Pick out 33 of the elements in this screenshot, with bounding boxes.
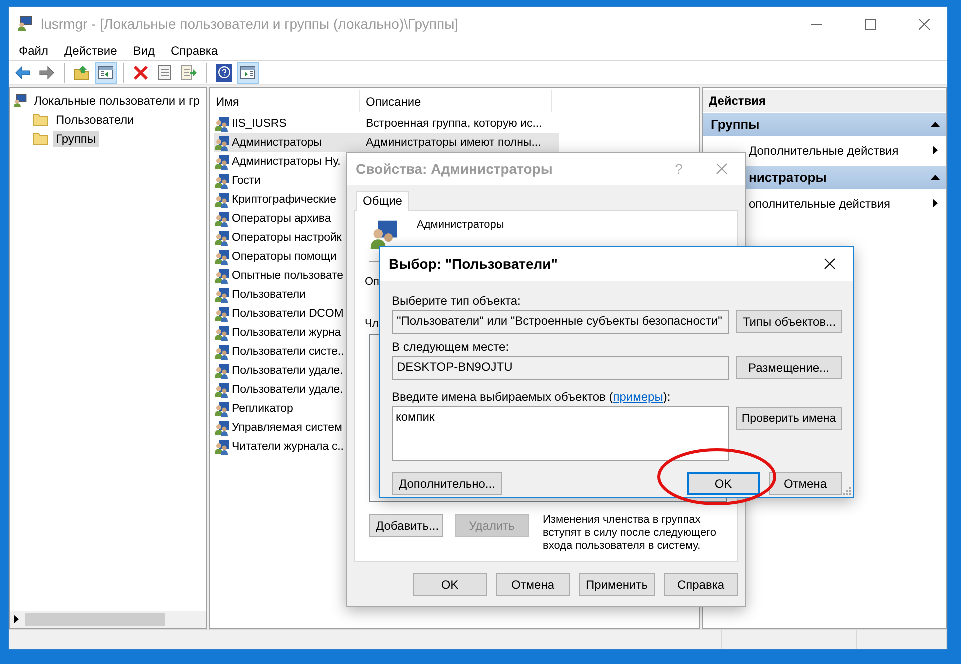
group-name: Администраторы Ну. — [232, 156, 341, 168]
window-title: lusrmgr - [Локальные пользователи и группы (локально)\Группы] — [41, 16, 460, 32]
group-name: Пользователи удале. — [232, 364, 344, 376]
group-name: Пользователи систе.. — [232, 346, 344, 358]
group-name: Репликатор — [232, 402, 294, 414]
group-name: Администраторы — [232, 136, 322, 148]
group-name: Опытные пользовате — [232, 270, 344, 282]
members-label: Чл — [365, 318, 379, 330]
group-name: IIS_IUSRS — [232, 118, 287, 130]
group-description: Администраторы имеют полны... — [365, 136, 542, 148]
group-name: Криптографические — [232, 194, 336, 206]
group-name: Операторы архива — [232, 212, 332, 224]
group-name: Пользователи — [232, 288, 306, 300]
field-label: Введите имена выбираемых объектов (примеры): — [392, 390, 672, 404]
group-name: Пользователи журна — [232, 326, 342, 338]
field-label: Выберите тип объекта: — [392, 294, 522, 308]
group-name: Гости — [232, 174, 261, 186]
field-label: В следующем месте: — [392, 340, 510, 354]
dialog-title: Свойства: Администраторы — [356, 161, 554, 177]
group-name: Читатели журнала с.. — [232, 440, 344, 452]
group-description: Встроенная группа, которую ис... — [365, 118, 542, 130]
description-label: Оп — [365, 276, 380, 288]
actions-title: Действия — [703, 90, 946, 112]
group-name: Пользователи удале. — [232, 384, 344, 396]
group-name: Операторы настройк — [232, 232, 342, 244]
membership-note: Изменения членства в группах вступят в силу после следующего входа пользователя в систему. — [543, 514, 718, 553]
section-title: Группы — [711, 117, 760, 132]
dialog-title: Выбор: "Пользователи" — [389, 256, 559, 272]
group-name: Операторы помощи — [232, 250, 337, 262]
group-name: Управляемая систем — [232, 422, 342, 434]
group-name: Пользователи DCOM — [232, 308, 344, 320]
group-name: Администраторы — [417, 219, 504, 231]
section-title: нистраторы — [748, 170, 827, 185]
